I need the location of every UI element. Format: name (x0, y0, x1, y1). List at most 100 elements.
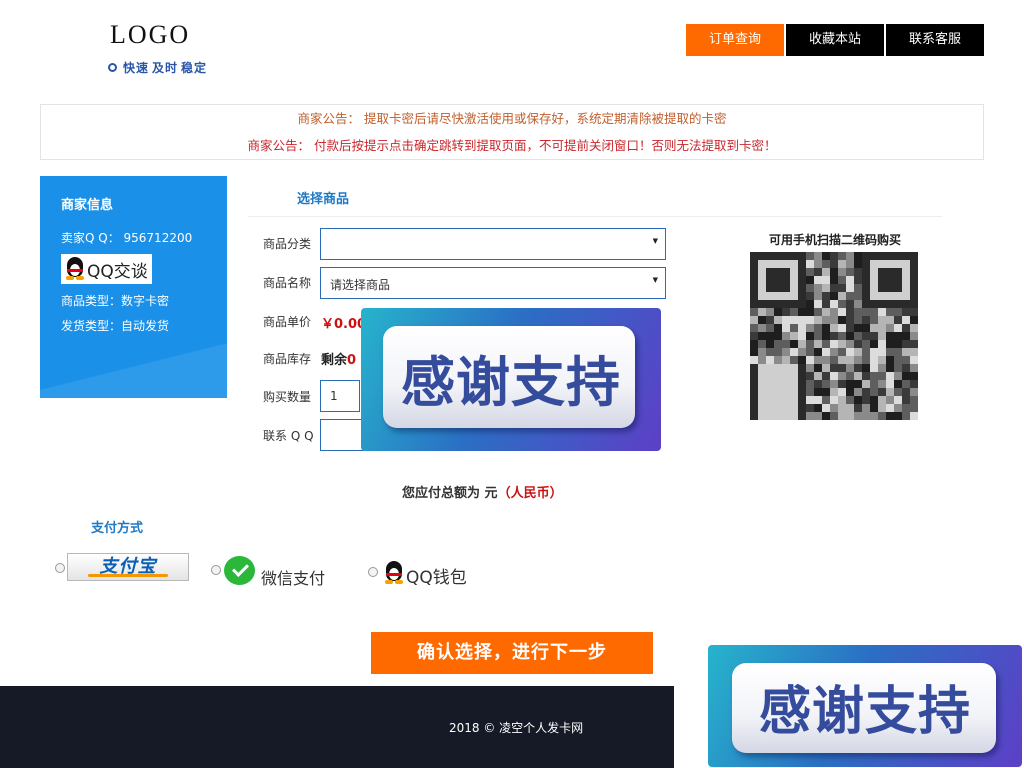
qr-module (830, 284, 838, 292)
wechat-pay-label[interactable]: 微信支付 (261, 565, 325, 589)
qr-module (798, 308, 806, 316)
qr-module (750, 340, 758, 348)
qr-module (782, 404, 790, 412)
qr-module (894, 396, 902, 404)
qr-module (894, 316, 902, 324)
category-select[interactable]: ▼ (320, 228, 666, 260)
contact-qq-input[interactable] (320, 419, 364, 451)
goods-name-select[interactable]: 请选择商品 ▼ (320, 267, 666, 299)
thanks-banner[interactable]: 感谢支持 (361, 308, 661, 451)
qr-module (902, 356, 910, 364)
qr-module (878, 308, 886, 316)
qr-module (814, 260, 822, 268)
qr-module (822, 300, 830, 308)
logo[interactable]: LOGO (110, 20, 190, 50)
qr-module (806, 276, 814, 284)
qr-module (910, 324, 918, 332)
qr-module (806, 316, 814, 324)
total-prefix: 您应付总额为 (402, 486, 481, 501)
qr-module (766, 340, 774, 348)
qq-chat-button[interactable]: QQ交谈 (61, 254, 152, 284)
qr-module (870, 292, 878, 300)
nav-order-query[interactable]: 订单查询 (686, 24, 784, 56)
qr-module (878, 292, 886, 300)
qr-module (758, 356, 766, 364)
qr-module (894, 268, 902, 276)
qq-penguin-icon (65, 257, 85, 281)
unit-price-value: ￥0.00 (321, 317, 367, 332)
qr-module (862, 316, 870, 324)
qr-module (854, 372, 862, 380)
qr-module (910, 276, 918, 284)
qr-module (838, 300, 846, 308)
qr-code-image (750, 252, 918, 420)
qr-module (910, 356, 918, 364)
qr-module (822, 332, 830, 340)
qr-module (862, 292, 870, 300)
qr-module (886, 404, 894, 412)
nav-bookmark-site[interactable]: 收藏本站 (786, 24, 884, 56)
qr-module (822, 356, 830, 364)
qr-module (894, 300, 902, 308)
stock-label: 商品库存 (263, 352, 312, 366)
qr-module (862, 404, 870, 412)
qr-module (798, 300, 806, 308)
qr-module (846, 324, 854, 332)
qr-module (774, 340, 782, 348)
qr-module (870, 260, 878, 268)
quantity-input[interactable]: 1 (320, 380, 360, 412)
qr-module (902, 364, 910, 372)
qqwallet-label[interactable]: QQ钱包 (406, 563, 467, 588)
qr-module (870, 276, 878, 284)
qr-module (886, 252, 894, 260)
qr-module (814, 388, 822, 396)
merchant-product-type: 商品类型：数字卡密 (61, 294, 170, 308)
qr-module (854, 284, 862, 292)
thanks-banner[interactable]: 感谢支持 (708, 645, 1022, 767)
qr-module (862, 332, 870, 340)
qr-module (838, 340, 846, 348)
qr-module (758, 396, 766, 404)
qr-module (910, 388, 918, 396)
qr-module (910, 300, 918, 308)
qr-module (798, 284, 806, 292)
qr-module (750, 356, 758, 364)
qr-module (862, 252, 870, 260)
qr-module (822, 380, 830, 388)
qr-module (782, 324, 790, 332)
qr-module (750, 332, 758, 340)
footer-copyright: 2018 © 凌空个人发卡网 (449, 721, 584, 735)
qr-module (766, 292, 774, 300)
qr-module (854, 404, 862, 412)
qr-module (822, 396, 830, 404)
qr-module (806, 300, 814, 308)
nav-contact-support[interactable]: 联系客服 (886, 24, 984, 56)
qr-module (878, 412, 886, 420)
qr-module (790, 268, 798, 276)
alipay-logo[interactable]: 支付宝 (67, 553, 189, 581)
qr-module (774, 268, 782, 276)
qr-module (750, 324, 758, 332)
qr-module (774, 300, 782, 308)
qqwallet-radio[interactable] (368, 567, 378, 577)
qr-module (902, 276, 910, 284)
confirm-next-button[interactable]: 确认选择，进行下一步 (371, 632, 653, 674)
qr-module (894, 332, 902, 340)
alipay-radio[interactable] (55, 563, 65, 573)
qr-module (886, 260, 894, 268)
qr-module (798, 388, 806, 396)
qr-module (798, 396, 806, 404)
qr-module (862, 396, 870, 404)
qr-module (870, 364, 878, 372)
qr-module (838, 284, 846, 292)
qr-module (870, 412, 878, 420)
qr-module (902, 252, 910, 260)
qr-module (886, 380, 894, 388)
qr-module (750, 396, 758, 404)
qr-module (854, 388, 862, 396)
qr-module (886, 332, 894, 340)
wechat-radio[interactable] (211, 565, 221, 575)
qr-module (790, 324, 798, 332)
qr-module (846, 412, 854, 420)
qr-module (838, 332, 846, 340)
